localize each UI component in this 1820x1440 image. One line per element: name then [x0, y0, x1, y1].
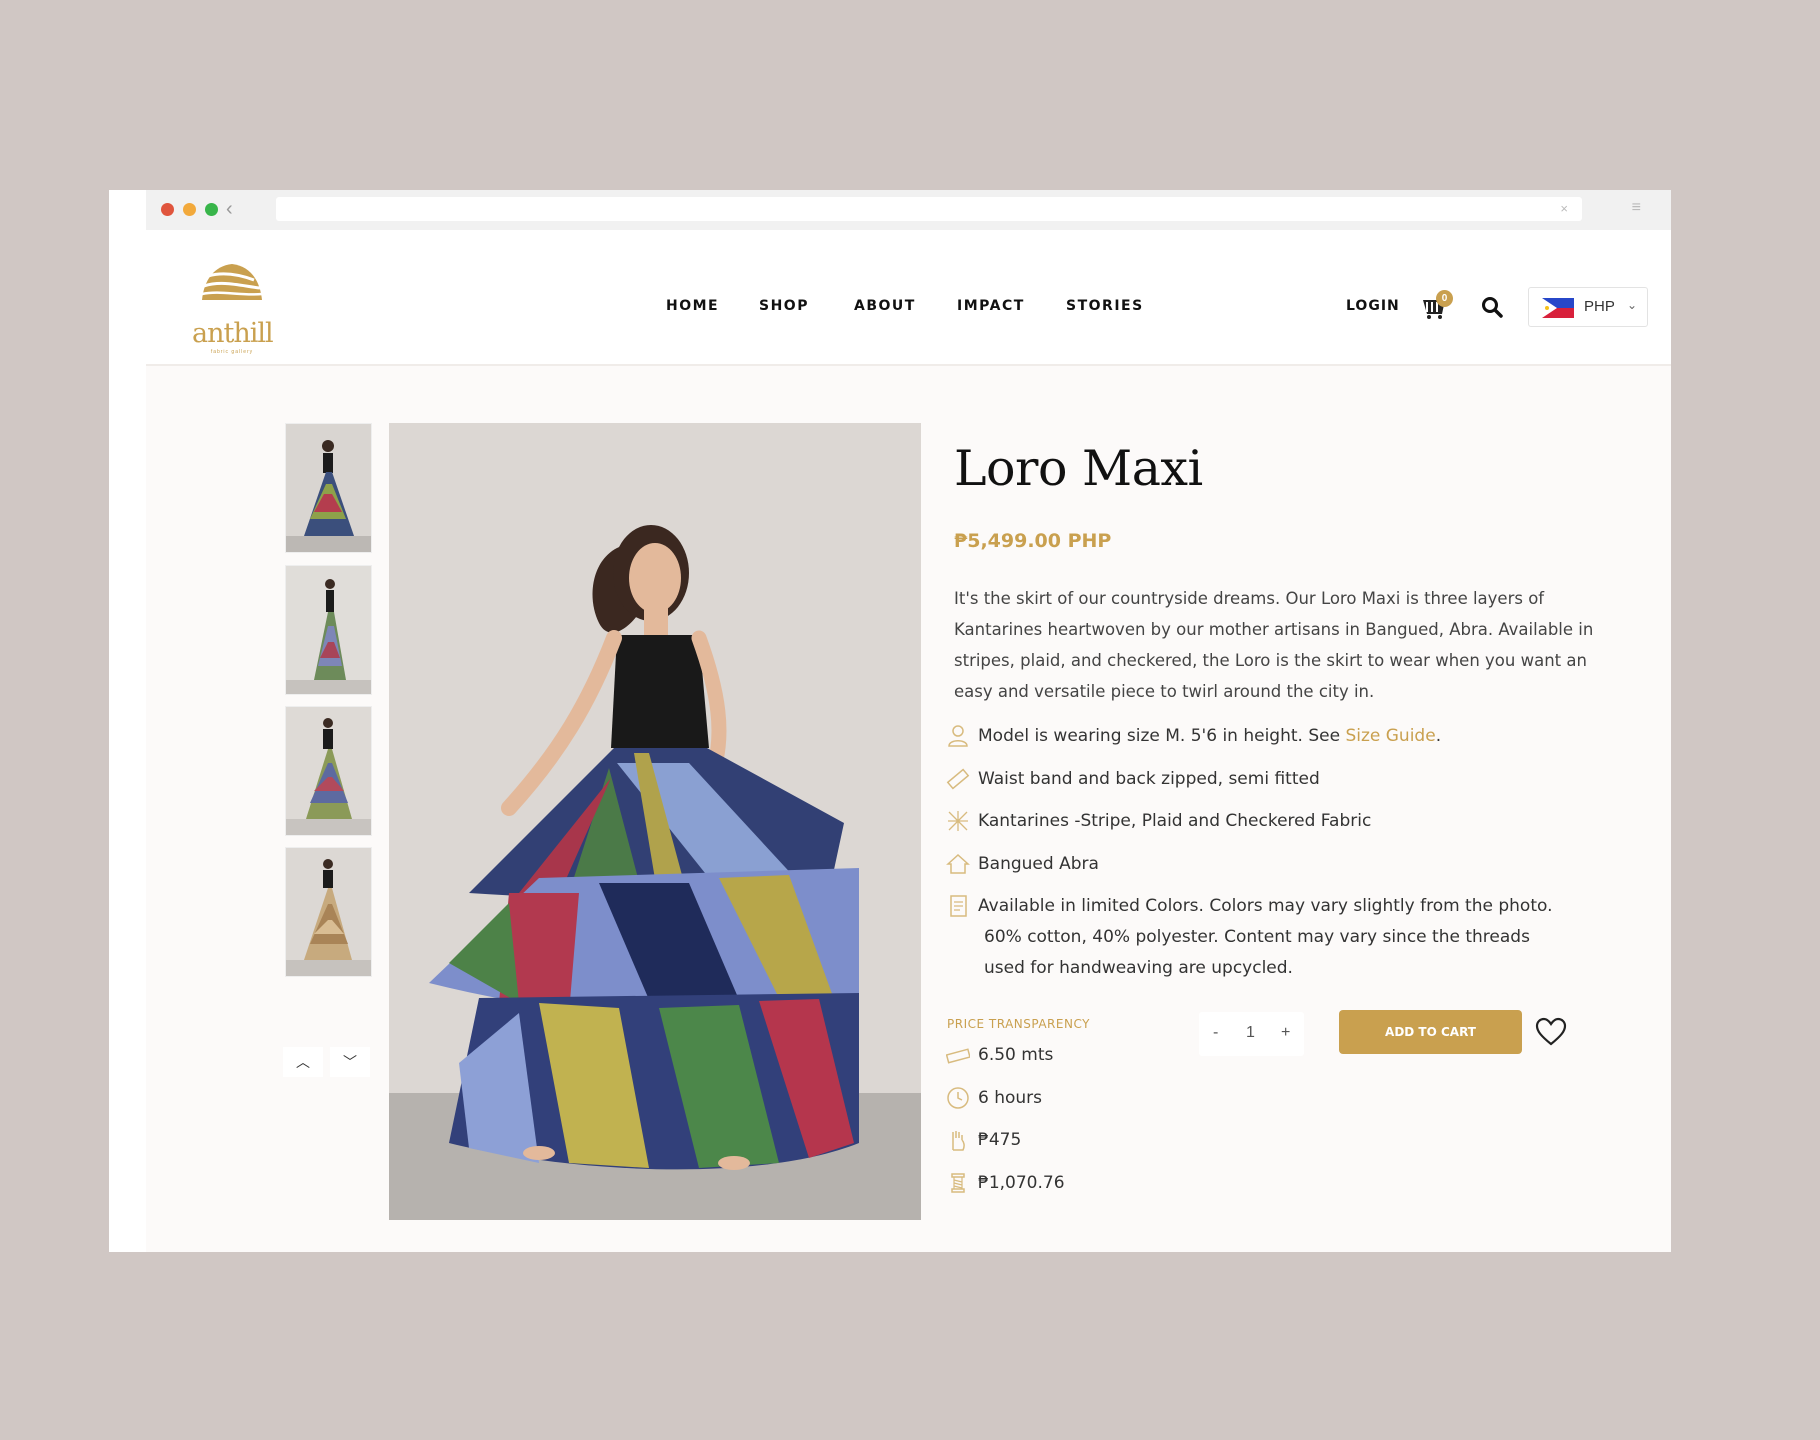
thumbnail-up-arrow[interactable]: ︿ — [283, 1047, 323, 1077]
person-icon — [948, 725, 968, 747]
nav-home[interactable]: HOME — [666, 298, 719, 314]
close-window-button[interactable] — [161, 203, 174, 216]
price-transparency-label: PRICE TRANSPARENCY — [947, 1017, 1090, 1031]
document-icon — [950, 895, 967, 917]
nav-stories[interactable]: STORIES — [1066, 298, 1144, 314]
quantity-stepper: - 1 + — [1199, 1012, 1304, 1056]
chevron-down-icon: ⌄ — [1627, 298, 1638, 312]
clock-icon — [947, 1087, 969, 1109]
site-header: anthill fabric gallery HOME SHOP ABOUT I… — [146, 230, 1671, 366]
search-icon[interactable] — [1481, 296, 1503, 318]
address-bar[interactable]: × — [276, 197, 1582, 221]
origin-text: Bangued Abra — [978, 854, 1099, 874]
nav-impact[interactable]: IMPACT — [957, 298, 1025, 314]
thumbnail-2[interactable] — [285, 565, 372, 695]
nav-about[interactable]: ABOUT — [854, 298, 916, 314]
model-size-text: Model is wearing size M. 5'6 in height. … — [978, 726, 1341, 746]
currency-label: PHP — [1584, 298, 1615, 315]
quantity-increase-button[interactable]: + — [1281, 1024, 1290, 1042]
quantity-decrease-button[interactable]: - — [1213, 1024, 1218, 1042]
back-icon[interactable]: ‹ — [226, 198, 233, 220]
wishlist-heart-icon[interactable] — [1535, 1017, 1567, 1047]
browser-toolbar: ‹ × ≡ — [146, 190, 1671, 230]
product-page: anthill fabric gallery HOME SHOP ABOUT I… — [146, 230, 1671, 1252]
thumbnail-1[interactable] — [285, 423, 372, 553]
period-text: . — [1435, 726, 1442, 746]
logo-tagline: fabric gallery — [210, 349, 254, 355]
time-text: 6 hours — [978, 1088, 1043, 1108]
labor-cost-text: ₱475 — [978, 1130, 1022, 1150]
login-link[interactable]: LOGIN — [1346, 298, 1400, 314]
main-product-image[interactable] — [389, 423, 921, 1220]
currency-selector[interactable]: PHP ⌄ — [1528, 287, 1648, 327]
ruler-icon — [946, 768, 970, 790]
colors-line-1: Available in limited Colors. Colors may … — [978, 896, 1553, 916]
logo-wordmark[interactable]: anthill — [192, 318, 274, 349]
house-icon — [946, 853, 970, 874]
colors-line-2: 60% cotton, 40% polyester. Content may v… — [984, 927, 1530, 947]
product-description: It's the skirt of our countryside dreams… — [954, 589, 1594, 701]
materials-cost-text: ₱1,070.76 — [978, 1173, 1065, 1193]
model-photo — [389, 423, 921, 1220]
thumbnail-image — [286, 566, 371, 694]
product-title: Loro Maxi — [954, 440, 1203, 497]
maximize-window-button[interactable] — [205, 203, 218, 216]
hand-icon — [952, 1131, 965, 1151]
thumbnail-down-arrow[interactable]: ﹀ — [330, 1047, 370, 1077]
fit-text: Waist band and back zipped, semi fitted — [978, 769, 1320, 789]
colors-line-3: used for handweaving are upcycled. — [984, 958, 1293, 978]
quantity-input[interactable]: 1 — [1246, 1024, 1255, 1042]
cart-count-badge: 0 — [1436, 290, 1453, 307]
fabric-length-text: 6.50 mts — [978, 1045, 1054, 1065]
browser-menu-icon[interactable]: ≡ — [1632, 199, 1641, 217]
thumbnail-3[interactable] — [285, 706, 372, 836]
thumbnail-image — [286, 707, 371, 835]
product-price: ₱5,499.00 PHP — [954, 530, 1112, 552]
measuring-tape-icon — [946, 1048, 970, 1064]
fabric-text: Kantarines -Stripe, Plaid and Checkered … — [978, 811, 1372, 831]
nav-shop[interactable]: SHOP — [759, 298, 809, 314]
thumbnail-image — [286, 424, 371, 552]
thread-spool-icon — [951, 1173, 965, 1193]
minimize-window-button[interactable] — [183, 203, 196, 216]
clear-url-icon[interactable]: × — [1560, 201, 1568, 216]
size-guide-link[interactable]: Size Guide — [1345, 726, 1435, 746]
philippines-flag-icon — [1542, 298, 1574, 318]
thumbnail-image — [286, 848, 371, 976]
weave-icon — [948, 811, 968, 831]
add-to-cart-button[interactable]: ADD TO CART — [1339, 1010, 1522, 1054]
browser-window: ‹ × ≡ anthill fabric gallery HOME SHOP A… — [109, 190, 1671, 1252]
thumbnail-4[interactable] — [285, 847, 372, 977]
